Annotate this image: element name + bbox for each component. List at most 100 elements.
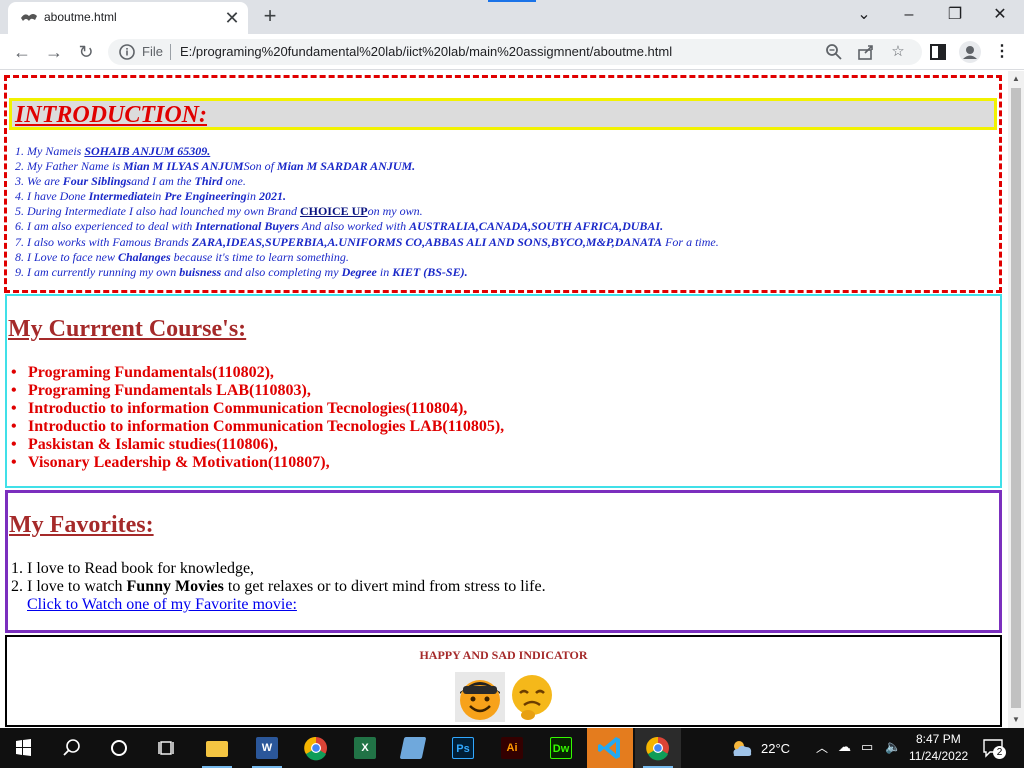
restore-button[interactable]: ❐ xyxy=(940,2,970,28)
courses-title: My Currrent Course's: xyxy=(8,316,247,342)
course-item: Programing Fundamentals(110802), xyxy=(11,364,504,382)
address-bar[interactable]: File E:/programing%20fundamental%20lab/i… xyxy=(108,39,922,65)
chrome-active-icon xyxy=(646,736,669,761)
browser-toolbar: ← → ↻ File E:/programing%20fundamental%2… xyxy=(0,34,1024,70)
intro-item-3: 3. We are Four Siblingsand I am the Thir… xyxy=(15,174,246,189)
cortana-button[interactable] xyxy=(96,728,142,768)
page-scrollbar[interactable]: ▲ ▼ xyxy=(1008,71,1024,728)
taskbar-app-vscode[interactable] xyxy=(587,728,633,768)
search-button[interactable] xyxy=(48,728,94,768)
course-item: Paskistan & Islamic studies(110806), xyxy=(11,436,504,454)
share-icon[interactable] xyxy=(856,42,876,62)
volume-icon[interactable]: 🔈 xyxy=(885,739,901,755)
taskbar-app-photoshop[interactable]: Ps xyxy=(440,728,486,768)
tab-strip-indicator xyxy=(488,0,536,2)
favorite-item-2: 2. I love to watch Funny Movies to get re… xyxy=(11,578,546,595)
vscode-icon xyxy=(598,737,620,759)
course-item: Programing Fundamentals LAB(110803), xyxy=(11,382,504,400)
photoshop-icon: Ps xyxy=(452,737,474,759)
clock-date[interactable]: 11/24/2022 xyxy=(909,749,968,763)
tab-title: aboutme.html xyxy=(44,10,117,24)
intro-item-6: 6. I am also experienced to deal with In… xyxy=(15,219,664,234)
indicator-section: HAPPY AND SAD INDICATOR xyxy=(5,635,1002,727)
intro-item-7: 7. I also works with Famous Brands ZARA,… xyxy=(15,234,719,249)
scroll-down-arrow-icon[interactable]: ▼ xyxy=(1008,712,1024,728)
course-item: Introductio to information Communication… xyxy=(11,418,504,436)
favorite-item-1: 1. I love to Read book for knowledge, xyxy=(11,560,255,577)
network-icon[interactable]: ▭ xyxy=(861,739,873,755)
intro-item-4: 4. I have Done Intermediatein Pre Engine… xyxy=(15,189,286,204)
forward-arrow-icon[interactable]: → xyxy=(40,38,68,66)
intro-item-2: 2. My Father Name is Mian M ILYAS ANJUMS… xyxy=(15,159,416,174)
windows-logo-icon xyxy=(16,739,31,756)
tray-chevron-icon[interactable]: ︿ xyxy=(816,739,828,756)
scroll-up-arrow-icon[interactable]: ▲ xyxy=(1008,71,1024,87)
info-icon[interactable] xyxy=(118,43,136,61)
favorite-movie-link[interactable]: Click to Watch one of my Favorite movie: xyxy=(27,596,297,614)
onedrive-cloud-icon[interactable]: ☁ xyxy=(838,739,851,755)
introduction-section: INTRODUCTION: 1. My Nameis SOHAIB ANJUM … xyxy=(4,75,1002,293)
tab-strip: aboutme.html ✕ + ⌄ – ❐ ✕ xyxy=(0,0,1024,34)
browser-menu-icon[interactable]: ⋮ xyxy=(990,40,1014,64)
side-panel-icon[interactable] xyxy=(926,40,950,64)
course-item: Introductio to information Communication… xyxy=(11,400,504,418)
weather-temperature[interactable]: 22°C xyxy=(761,741,790,756)
notification-count-badge: 2 xyxy=(993,746,1006,759)
scrollbar-thumb[interactable] xyxy=(1011,88,1021,708)
cortana-circle-icon xyxy=(111,740,127,756)
weather-cloud-icon[interactable] xyxy=(728,736,756,760)
close-window-button[interactable]: ✕ xyxy=(985,2,1015,28)
taskbar-app-chrome-active[interactable] xyxy=(635,728,681,768)
zoom-icon[interactable] xyxy=(824,42,844,62)
minimize-button[interactable]: – xyxy=(894,2,924,28)
introduction-heading-box: INTRODUCTION: xyxy=(9,98,997,130)
task-view-button[interactable] xyxy=(144,728,190,768)
introduction-title: INTRODUCTION: xyxy=(15,102,207,128)
taskbar-app-notepad[interactable] xyxy=(390,728,436,768)
sad-emoji-icon xyxy=(512,675,552,720)
windows-taskbar: W X Ps Ai Dw 22°C ︿ ☁ ▭ 🔈 8:47 PM 11/24/… xyxy=(0,728,1024,768)
taskbar-app-illustrator[interactable]: Ai xyxy=(489,728,535,768)
windows-start-button[interactable] xyxy=(0,728,46,768)
taskbar-app-word[interactable]: W xyxy=(244,728,290,768)
course-item: Visonary Leadership & Motivation(110807)… xyxy=(11,454,504,472)
word-icon: W xyxy=(256,737,278,759)
browser-tab[interactable]: aboutme.html ✕ xyxy=(8,2,248,34)
notepad-icon xyxy=(399,737,427,759)
intro-item-9: 9. I am currently running my own buisnes… xyxy=(15,264,468,279)
courses-list: Programing Fundamentals(110802), Program… xyxy=(11,364,504,472)
introduction-list: 1. My Nameis SOHAIB ANJUM 65309. 2. My F… xyxy=(15,144,719,280)
page-viewport: INTRODUCTION: 1. My Nameis SOHAIB ANJUM … xyxy=(0,71,1008,728)
url-text[interactable]: E:/programing%20fundamental%20lab/iict%2… xyxy=(180,44,672,59)
profile-avatar-icon[interactable] xyxy=(958,40,982,64)
taskbar-app-excel[interactable]: X xyxy=(342,728,388,768)
excel-icon: X xyxy=(354,737,376,759)
file-explorer-icon xyxy=(206,741,228,757)
file-scheme-label: File xyxy=(142,44,163,59)
chrome-icon xyxy=(304,736,327,761)
intro-item-8: 8. I Love to face new Chalanges because … xyxy=(15,249,349,264)
task-view-icon xyxy=(158,741,174,755)
taskbar-app-file-explorer[interactable] xyxy=(194,728,240,768)
intro-item-1: 1. My Nameis SOHAIB ANJUM 65309. xyxy=(15,144,211,158)
favorites-title: My Favorites: xyxy=(9,512,154,538)
taskbar-app-chrome[interactable] xyxy=(293,728,339,768)
page-favicon-icon xyxy=(21,14,37,21)
new-tab-button[interactable]: + xyxy=(259,4,281,28)
indicator-title: HAPPY AND SAD INDICATOR xyxy=(419,648,588,662)
illustrator-icon: Ai xyxy=(501,737,523,759)
tab-search-chevron-icon[interactable]: ⌄ xyxy=(849,2,879,28)
close-tab-icon[interactable]: ✕ xyxy=(222,8,242,28)
intro-item-5: 5. During Intermediate I also had lounch… xyxy=(15,204,423,219)
search-icon xyxy=(63,739,80,756)
reload-icon[interactable]: ↻ xyxy=(72,38,100,66)
dreamweaver-icon: Dw xyxy=(550,737,572,759)
taskbar-app-dreamweaver[interactable]: Dw xyxy=(538,728,584,768)
courses-section: My Currrent Course's: Programing Fundame… xyxy=(5,294,1002,488)
happy-emoji-icon xyxy=(455,672,505,722)
clock-time[interactable]: 8:47 PM xyxy=(916,732,961,746)
back-arrow-icon[interactable]: ← xyxy=(8,38,36,66)
favorites-section: My Favorites: 1. I love to Read book for … xyxy=(5,490,1002,633)
omnibox-divider xyxy=(170,44,171,60)
bookmark-star-icon[interactable]: ☆ xyxy=(888,42,908,62)
